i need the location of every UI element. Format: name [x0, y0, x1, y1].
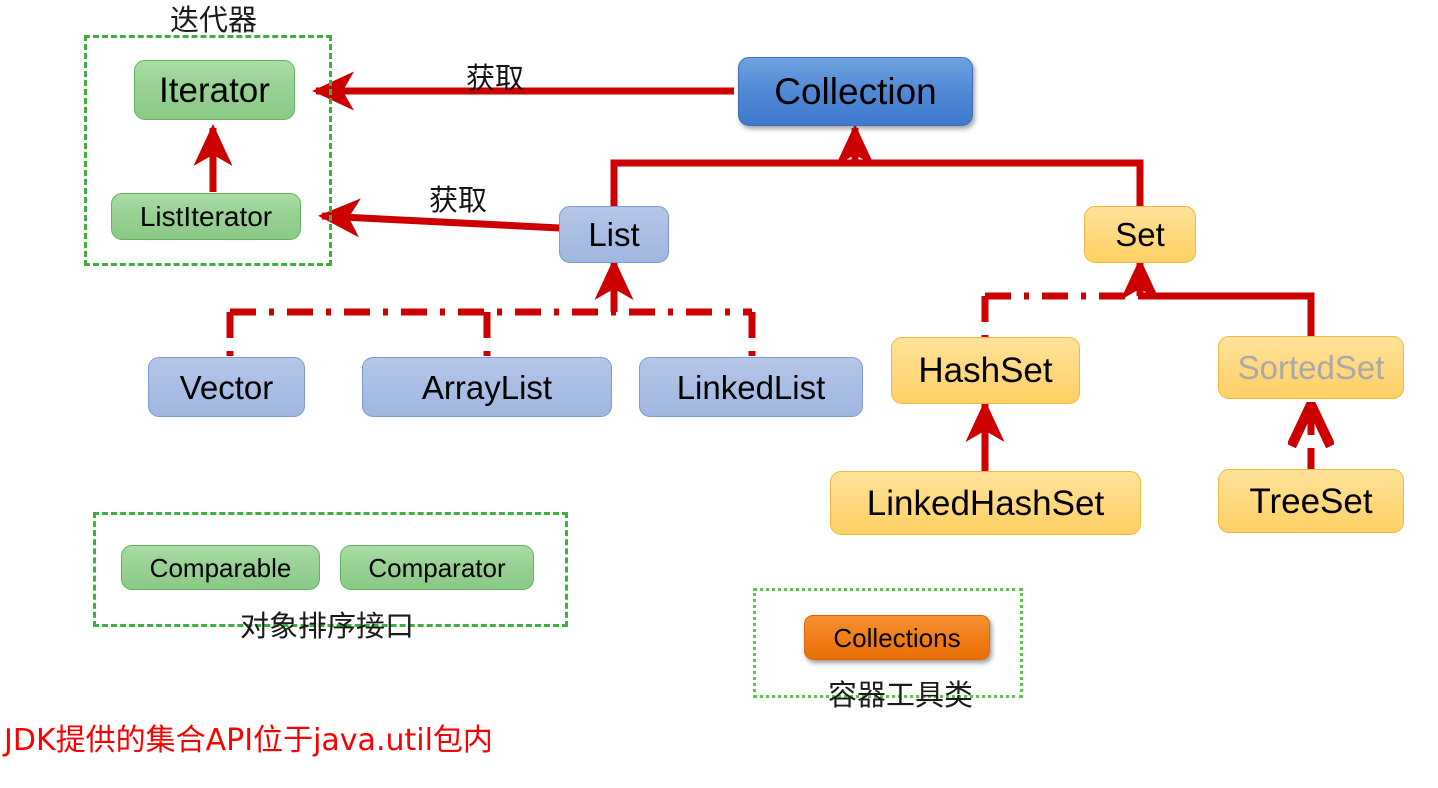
node-comparator[interactable]: Comparator: [340, 545, 534, 590]
node-set-label: Set: [1115, 216, 1165, 253]
edge-sortedset-to-set-bracket: [1140, 292, 1315, 336]
node-linkedhashset[interactable]: LinkedHashSet: [830, 471, 1141, 535]
node-collections-label: Collections: [833, 622, 961, 653]
node-comparable[interactable]: Comparable: [121, 545, 320, 590]
node-hashset-label: HashSet: [918, 351, 1053, 390]
node-arraylist-label: ArrayList: [421, 368, 553, 406]
node-comparable-label: Comparable: [149, 552, 292, 583]
node-vector-label: Vector: [179, 368, 274, 406]
node-treeset-label: TreeSet: [1249, 481, 1373, 521]
node-linkedlist[interactable]: LinkedList: [639, 357, 863, 417]
node-hashset[interactable]: HashSet: [891, 337, 1080, 404]
edge-list-set-bracket-to-collection: [610, 159, 1144, 206]
page-note: JDK提供的集合API位于java.util包内: [4, 723, 493, 758]
edge-list-to-listiterator: [318, 198, 561, 238]
node-sortedset[interactable]: SortedSet: [1218, 336, 1404, 399]
node-linkedhashset-label: LinkedHashSet: [866, 483, 1105, 523]
node-vector[interactable]: Vector: [148, 357, 305, 417]
node-treeset[interactable]: TreeSet: [1218, 469, 1404, 533]
group-caption-iterator: 迭代器: [170, 3, 258, 37]
node-listiterator[interactable]: ListIterator: [111, 193, 301, 240]
node-collection[interactable]: Collection: [738, 57, 973, 126]
edge-label-list-to-listiterator: 获取: [429, 183, 488, 217]
node-list[interactable]: List: [559, 206, 669, 263]
group-caption-sorting: 对象排序接口: [240, 609, 415, 643]
node-list-label: List: [588, 216, 640, 253]
node-comparator-label: Comparator: [368, 552, 506, 583]
node-iterator-label: Iterator: [159, 70, 270, 110]
node-linkedlist-label: LinkedList: [676, 368, 826, 406]
node-collection-label: Collection: [774, 71, 937, 112]
node-iterator[interactable]: Iterator: [134, 60, 295, 120]
node-sortedset-label: SortedSet: [1237, 349, 1385, 386]
node-listiterator-label: ListIterator: [139, 200, 273, 232]
edge-label-collection-to-iterator: 获取: [466, 61, 525, 95]
node-arraylist[interactable]: ArrayList: [362, 357, 612, 417]
group-caption-utility: 容器工具类: [828, 678, 974, 712]
node-set[interactable]: Set: [1084, 206, 1196, 263]
diagram-canvas: Iterator : long horizontal arrow --> Lis…: [0, 0, 1438, 788]
node-collections[interactable]: Collections: [804, 615, 990, 660]
